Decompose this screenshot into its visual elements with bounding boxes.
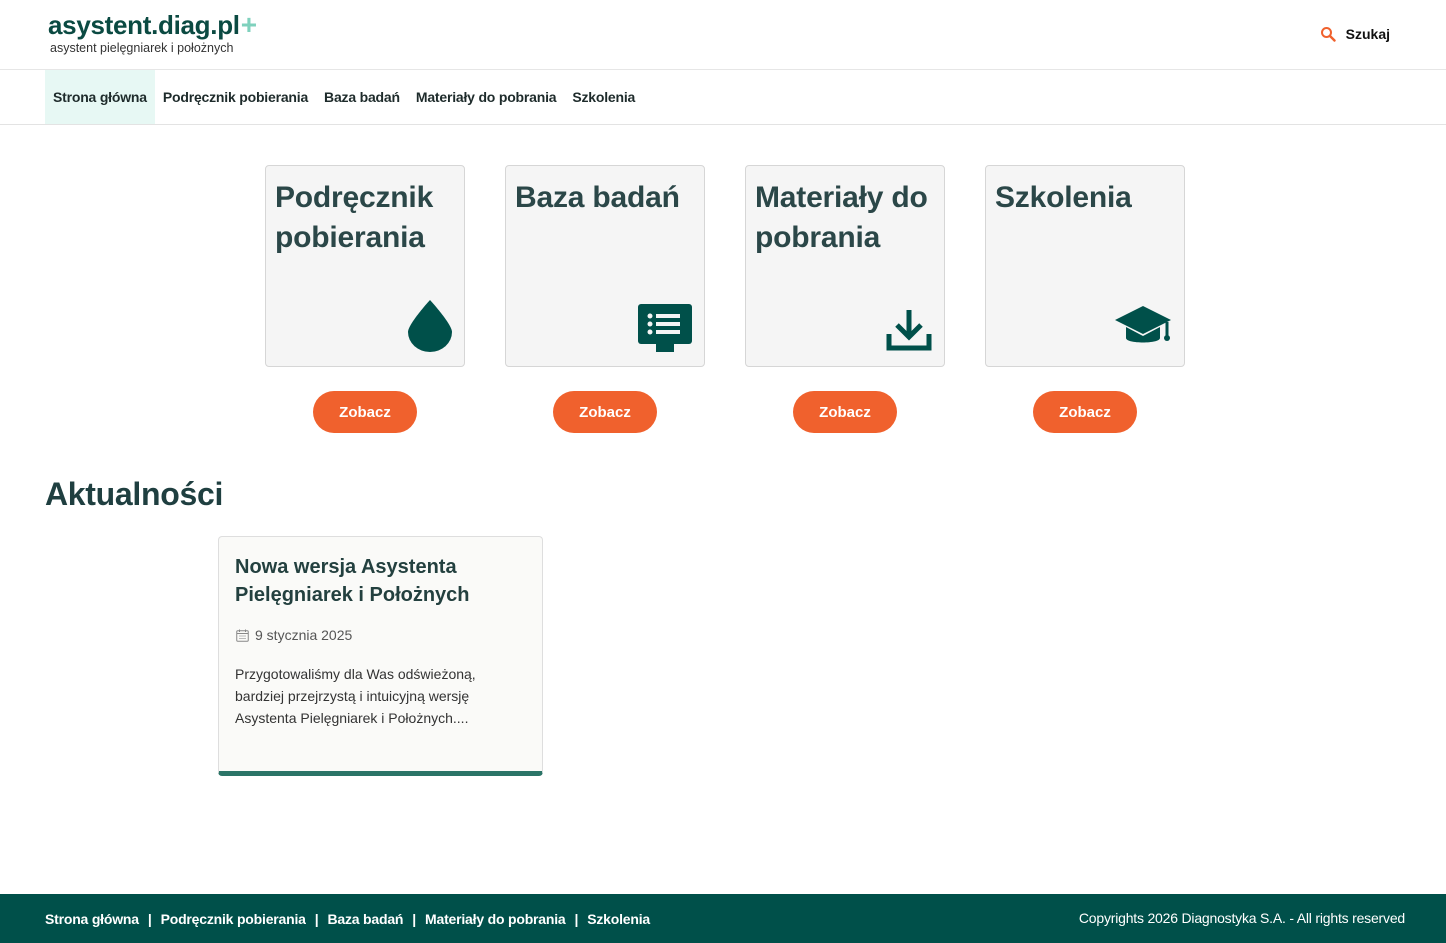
card-title: Baza badań — [515, 181, 680, 214]
search-icon — [1320, 27, 1336, 42]
list-screen-icon — [634, 294, 692, 352]
see-button-downloads[interactable]: Zobacz — [793, 391, 897, 433]
search-button[interactable]: Szukaj — [1320, 26, 1390, 42]
see-button-handbook[interactable]: Zobacz — [313, 391, 417, 433]
graduation-cap-icon — [1114, 294, 1172, 352]
drop-icon — [394, 294, 452, 352]
footer-nav: Strona główna | Podręcznik pobierania | … — [45, 894, 650, 943]
logo-name: asystent.diag.pl — [48, 10, 240, 40]
search-label: Szukaj — [1345, 26, 1390, 42]
copyright-text: Copyrights 2026 Diagnostyka S.A. - All r… — [1078, 910, 1405, 926]
footer-separator: | — [147, 910, 152, 927]
card-handbook[interactable]: Podręcznik pobierania — [265, 165, 465, 367]
see-button-trainings[interactable]: Zobacz — [1033, 391, 1137, 433]
category-cards: Podręcznik pobierania Zobacz Baza badań — [265, 165, 1185, 433]
card-trainings[interactable]: Szkolenia — [985, 165, 1185, 367]
news-excerpt: Przygotowaliśmy dla Was odświeżoną, bard… — [235, 666, 476, 726]
nav-item-home[interactable]: Strona główna — [45, 70, 155, 124]
news-date: 9 stycznia 2025 — [236, 627, 352, 643]
card-downloads[interactable]: Materiały do pobrania — [745, 165, 945, 367]
footer-link-trainings[interactable]: Szkolenia — [587, 911, 650, 927]
card-title: Szkolenia — [995, 181, 1132, 214]
card-column-tests-database: Baza badań Zobacz — [505, 165, 705, 433]
card-column-trainings: Szkolenia Zobacz — [985, 165, 1185, 433]
see-button-tests-database[interactable]: Zobacz — [553, 391, 657, 433]
footer-link-home[interactable]: Strona główna — [45, 911, 139, 927]
footer-link-downloads[interactable]: Materiały do pobrania — [425, 911, 566, 927]
site-footer: Strona główna | Podręcznik pobierania | … — [0, 894, 1446, 943]
nav-list: Strona główna Podręcznik pobierania Baza… — [45, 70, 643, 124]
site-logo[interactable]: asystent.diag.pl+ asystent pielęgniarek … — [48, 9, 257, 56]
main-nav: Strona główna Podręcznik pobierania Baza… — [0, 70, 1446, 125]
card-title: Materiały do pobrania — [755, 181, 928, 254]
card-tests-database[interactable]: Baza badań — [505, 165, 705, 367]
footer-link-handbook[interactable]: Podręcznik pobierania — [161, 911, 306, 927]
nav-item-handbook[interactable]: Podręcznik pobierania — [155, 70, 316, 124]
card-column-handbook: Podręcznik pobierania Zobacz — [265, 165, 465, 433]
logo-subtitle: asystent pielęgniarek i położnych — [50, 41, 234, 55]
download-icon — [874, 294, 932, 352]
card-column-downloads: Materiały do pobrania Zobacz — [745, 165, 945, 433]
footer-separator: | — [574, 910, 579, 927]
news-title[interactable]: Nowa wersja Asystenta Pielęgniarek i Poł… — [235, 553, 525, 609]
card-title: Podręcznik pobierania — [275, 181, 434, 254]
footer-separator: | — [314, 910, 319, 927]
nav-item-downloads[interactable]: Materiały do pobrania — [408, 70, 565, 124]
footer-separator: | — [412, 910, 417, 927]
nav-item-trainings[interactable]: Szkolenia — [564, 70, 643, 124]
news-date-text: 9 stycznia 2025 — [255, 627, 353, 643]
news-heading: Aktualności — [45, 476, 224, 512]
site-header: asystent.diag.pl+ asystent pielęgniarek … — [0, 0, 1446, 70]
news-card[interactable]: Nowa wersja Asystenta Pielęgniarek i Poł… — [218, 536, 543, 776]
logo-plus-icon: + — [240, 9, 257, 40]
nav-item-tests-database[interactable]: Baza badań — [316, 70, 408, 124]
logo-text: asystent.diag.pl+ — [48, 9, 257, 41]
calendar-icon — [236, 629, 249, 642]
footer-link-tests-database[interactable]: Baza badań — [327, 911, 403, 927]
